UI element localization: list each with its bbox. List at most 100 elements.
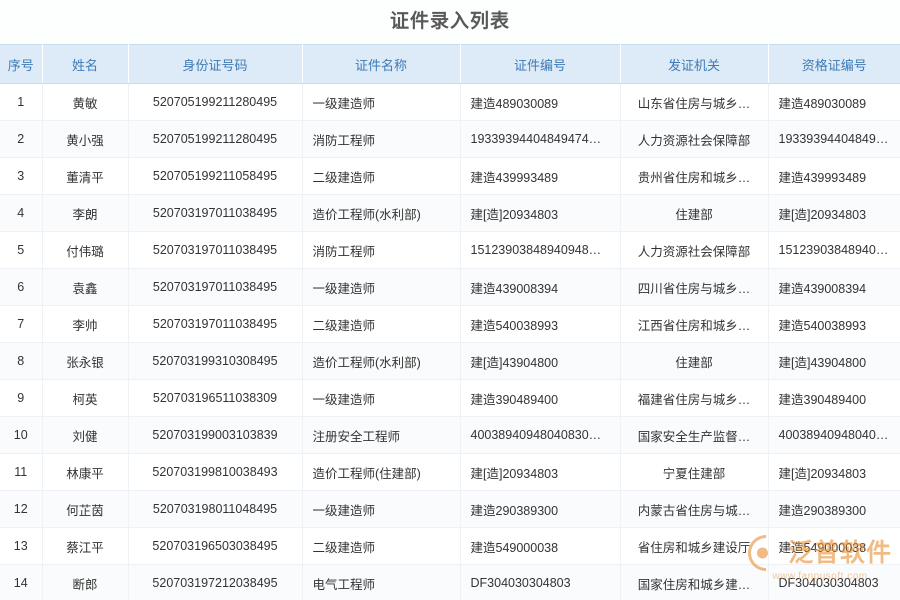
- table-row[interactable]: 10刘健520703199003103839注册安全工程师40038940948…: [0, 417, 900, 454]
- table-row[interactable]: 1黄敏520705199211280495一级建造师建造489030089山东省…: [0, 84, 900, 121]
- cell-name: 董清平: [42, 158, 128, 195]
- certificate-table: 序号 姓名 身份证号码 证件名称 证件编号 发证机关 资格证编号 1黄敏5207…: [0, 44, 900, 600]
- table-header-row: 序号 姓名 身份证号码 证件名称 证件编号 发证机关 资格证编号: [0, 45, 900, 84]
- cell-idx: 2: [0, 121, 42, 158]
- cell-org: 省住房和城乡建设厅: [620, 528, 768, 565]
- table-row[interactable]: 6袁鑫520703197011038495一级建造师建造439008394四川省…: [0, 269, 900, 306]
- cell-cert[interactable]: 电气工程师: [302, 565, 460, 600]
- cell-id: 520703197011038495: [128, 195, 302, 232]
- cell-id: 520703199003103839: [128, 417, 302, 454]
- column-header-cert-name[interactable]: 证件名称: [302, 45, 460, 84]
- cell-id: 520703197011038495: [128, 232, 302, 269]
- cell-name: 李帅: [42, 306, 128, 343]
- cell-cert[interactable]: 消防工程师: [302, 121, 460, 158]
- cell-idx: 4: [0, 195, 42, 232]
- table-row[interactable]: 12何芷茵520703198011048495一级建造师建造290389300内…: [0, 491, 900, 528]
- cell-qno: 建造439993489: [768, 158, 900, 195]
- cell-id: 520703197011038495: [128, 306, 302, 343]
- cell-idx: 3: [0, 158, 42, 195]
- cell-org: 住建部: [620, 343, 768, 380]
- cell-cert[interactable]: 二级建造师: [302, 528, 460, 565]
- cell-idx: 6: [0, 269, 42, 306]
- cell-org: 福建省住房与城乡…: [620, 380, 768, 417]
- cell-cert[interactable]: 造价工程师(水利部): [302, 343, 460, 380]
- cell-org: 山东省住房与城乡…: [620, 84, 768, 121]
- table-row[interactable]: 8张永银520703199310308495造价工程师(水利部)建[造]4390…: [0, 343, 900, 380]
- cell-qno: 建造390489400: [768, 380, 900, 417]
- cell-cert[interactable]: 一级建造师: [302, 380, 460, 417]
- cell-cert[interactable]: 一级建造师: [302, 491, 460, 528]
- column-header-issuer[interactable]: 发证机关: [620, 45, 768, 84]
- cell-org: 江西省住房和城乡…: [620, 306, 768, 343]
- column-header-cert-no[interactable]: 证件编号: [460, 45, 620, 84]
- cell-name: 黄小强: [42, 121, 128, 158]
- cell-qno: 建造489030089: [768, 84, 900, 121]
- cell-idx: 13: [0, 528, 42, 565]
- cell-org: 贵州省住房和城乡…: [620, 158, 768, 195]
- cell-no: 19339394404849474…: [460, 121, 620, 158]
- cell-idx: 14: [0, 565, 42, 600]
- cell-qno: DF304030304803: [768, 565, 900, 600]
- cell-no: 建造549000038: [460, 528, 620, 565]
- cell-qno: 1512390384894094…: [768, 232, 900, 269]
- cell-id: 520705199211058495: [128, 158, 302, 195]
- cell-idx: 9: [0, 380, 42, 417]
- cell-cert[interactable]: 注册安全工程师: [302, 417, 460, 454]
- table-body: 1黄敏520705199211280495一级建造师建造489030089山东省…: [0, 84, 900, 600]
- table-row[interactable]: 3董清平520705199211058495二级建造师 建造439993489贵州…: [0, 158, 900, 195]
- table-row[interactable]: 4李朗520703197011038495造价工程师(水利部)建[造]20934…: [0, 195, 900, 232]
- cell-cert[interactable]: 二级建造师: [302, 158, 460, 195]
- cell-org: 人力资源社会保障部: [620, 121, 768, 158]
- table-row[interactable]: 7李帅520703197011038495二级建造师建造540038993江西省…: [0, 306, 900, 343]
- cell-cert[interactable]: 一级建造师: [302, 84, 460, 121]
- cell-qno: 1933939440484947…: [768, 121, 900, 158]
- cell-idx: 7: [0, 306, 42, 343]
- table-row[interactable]: 5付伟璐520703197011038495消防工程师1512390384894…: [0, 232, 900, 269]
- cell-org: 国家住房和城乡建…: [620, 565, 768, 600]
- cell-name: 袁鑫: [42, 269, 128, 306]
- column-header-name[interactable]: 姓名: [42, 45, 128, 84]
- cell-no: 建造439008394: [460, 269, 620, 306]
- cell-name: 何芷茵: [42, 491, 128, 528]
- cell-org: 四川省住房与城乡…: [620, 269, 768, 306]
- cell-cert[interactable]: 造价工程师(水利部): [302, 195, 460, 232]
- cell-no: 建[造]20934803: [460, 454, 620, 491]
- cell-org: 国家安全生产监督…: [620, 417, 768, 454]
- cell-name: 蔡江平: [42, 528, 128, 565]
- certificate-list-page: 证件录入列表 序号 姓名 身份证号码 证件名称 证件编号 发证机关 资格证编号 …: [0, 0, 900, 600]
- table-row[interactable]: 9柯英520703196511038309一级建造师建造390489400福建省…: [0, 380, 900, 417]
- table-row[interactable]: 11林康平520703199810038493造价工程师(住建部)建[造]209…: [0, 454, 900, 491]
- cell-name: 刘健: [42, 417, 128, 454]
- column-header-index[interactable]: 序号: [0, 45, 42, 84]
- cell-idx: 11: [0, 454, 42, 491]
- cell-cert[interactable]: 消防工程师: [302, 232, 460, 269]
- cell-cert[interactable]: 二级建造师: [302, 306, 460, 343]
- cell-qno: 建造549000038: [768, 528, 900, 565]
- cell-qno: 建[造]43904800: [768, 343, 900, 380]
- cell-cert[interactable]: 造价工程师(住建部): [302, 454, 460, 491]
- cell-idx: 8: [0, 343, 42, 380]
- cell-id: 520705199211280495: [128, 84, 302, 121]
- table-row[interactable]: 14断郎520703197212038495电气工程师DF30403030480…: [0, 565, 900, 600]
- cell-cert[interactable]: 一级建造师: [302, 269, 460, 306]
- cell-no: 建造390489400: [460, 380, 620, 417]
- cell-qno: 建[造]20934803: [768, 454, 900, 491]
- cell-id: 520705199211280495: [128, 121, 302, 158]
- cell-name: 李朗: [42, 195, 128, 232]
- cell-no: 建[造]43904800: [460, 343, 620, 380]
- cell-qno: 4003894094804083…: [768, 417, 900, 454]
- cell-id: 520703197212038495: [128, 565, 302, 600]
- table-header: 序号 姓名 身份证号码 证件名称 证件编号 发证机关 资格证编号: [0, 45, 900, 84]
- table-row[interactable]: 2黄小强520705199211280495消防工程师1933939440484…: [0, 121, 900, 158]
- column-header-id-no[interactable]: 身份证号码: [128, 45, 302, 84]
- column-header-qual-no[interactable]: 资格证编号: [768, 45, 900, 84]
- cell-org: 住建部: [620, 195, 768, 232]
- cell-name: 张永银: [42, 343, 128, 380]
- table-row[interactable]: 13蔡江平520703196503038495二级建造师建造549000038省…: [0, 528, 900, 565]
- cell-name: 付伟璐: [42, 232, 128, 269]
- cell-org: 内蒙古省住房与城…: [620, 491, 768, 528]
- cell-no: 建造290389300: [460, 491, 620, 528]
- cell-idx: 12: [0, 491, 42, 528]
- cell-no: DF304030304803: [460, 565, 620, 600]
- page-title: 证件录入列表: [0, 0, 900, 44]
